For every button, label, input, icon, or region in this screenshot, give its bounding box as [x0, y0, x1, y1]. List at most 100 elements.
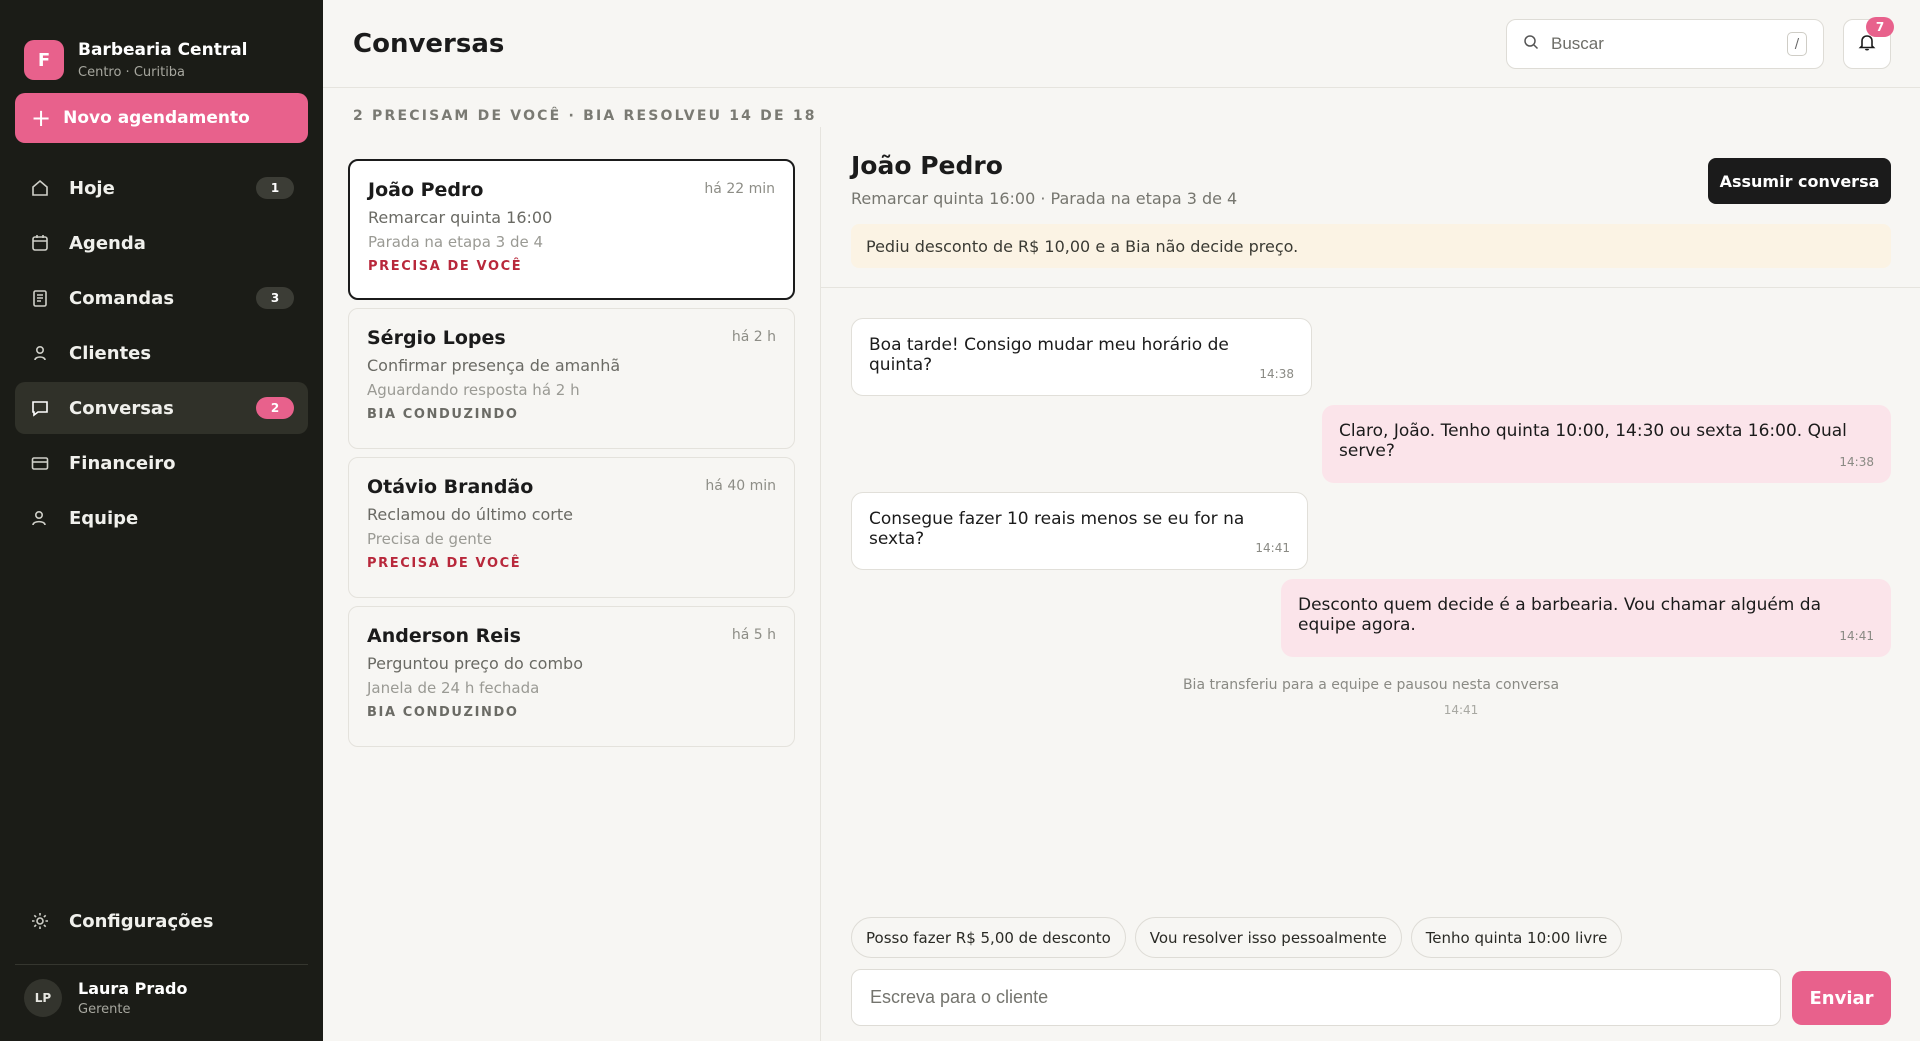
sidebar: F Barbearia Central Centro · Curitiba + … — [0, 0, 323, 1041]
sidebar-item-label: Conversas — [69, 397, 174, 419]
sidebar-item-label: Configurações — [69, 910, 214, 932]
conversation-time: há 2 h — [731, 329, 776, 345]
brand[interactable]: F Barbearia Central Centro · Curitiba — [0, 0, 323, 92]
sidebar-item-label: Comandas — [69, 287, 175, 309]
conversation-card-otavio-brandao[interactable]: Otávio Brandão há 40 min Reclamou do últ… — [348, 457, 795, 598]
conversation-card-joao-pedro[interactable]: João Pedro há 22 min Remarcar quinta 16:… — [348, 159, 795, 300]
count-badge: 2 — [256, 397, 294, 419]
system-note-time: 14:41 — [1443, 703, 1479, 717]
avatar: LP — [24, 979, 62, 1017]
new-appointment-button[interactable]: + Novo agendamento — [15, 93, 308, 143]
main-content: Conversas / 7 2 PRECISAM DE VOCÊ · BIA R… — [323, 0, 1920, 1041]
shortcut-hint: / — [1787, 32, 1807, 56]
message-time: 14:41 — [1255, 541, 1290, 555]
card-icon — [29, 452, 51, 474]
conversation-meta: Parada na etapa 3 de 4 — [368, 233, 544, 251]
sidebar-item-label: Financeiro — [69, 452, 176, 474]
sidebar-item-conversas[interactable]: Conversas 2 — [15, 382, 308, 434]
message-time: 14:38 — [1839, 455, 1874, 469]
sidebar-divider — [15, 964, 308, 965]
calendar-icon — [29, 232, 51, 254]
status-label: PRECISA DE VOCÊ — [367, 556, 522, 571]
user-profile[interactable]: LP Laura Prado Gerente — [24, 979, 188, 1017]
plus-icon: + — [31, 104, 52, 132]
quick-reply-chip[interactable]: Tenho quinta 10:00 livre — [1410, 917, 1623, 958]
status-label: BIA CONDUZINDO — [367, 407, 519, 422]
sidebar-item-label: Agenda — [69, 232, 146, 254]
new-appointment-label: Novo agendamento — [63, 108, 250, 128]
notifications-button[interactable]: 7 — [1843, 17, 1894, 69]
send-button[interactable]: Enviar — [1792, 971, 1891, 1025]
conversation-time: há 5 h — [731, 627, 776, 643]
chat-icon — [29, 397, 51, 419]
contact-name: Sérgio Lopes — [367, 327, 506, 349]
conversation-subject: Perguntou preço do combo — [367, 654, 583, 673]
conversation-time: há 22 min — [704, 181, 775, 197]
search-box[interactable]: / — [1506, 19, 1824, 69]
sidebar-item-equipe[interactable]: Equipe — [15, 492, 308, 544]
conversation-card-anderson-reis[interactable]: Anderson Reis há 5 h Perguntou preço do … — [348, 606, 795, 747]
message-text: Claro, João. Tenho quinta 10:00, 14:30 o… — [1339, 421, 1847, 461]
person-icon — [29, 342, 51, 364]
brand-location: Centro · Curitiba — [78, 65, 186, 80]
receipt-icon — [29, 287, 51, 309]
message-text: Boa tarde! Consigo mudar meu horário de … — [869, 335, 1229, 375]
search-input[interactable] — [1551, 34, 1787, 54]
quick-reply-chip[interactable]: Vou resolver isso pessoalmente — [1134, 917, 1402, 958]
user-role: Gerente — [78, 1002, 131, 1017]
conversation-time: há 40 min — [705, 478, 776, 494]
system-note: Bia transferiu para a equipe e pausou ne… — [851, 677, 1891, 717]
team-icon — [29, 507, 51, 529]
top-bar: Conversas / 7 — [323, 0, 1920, 88]
status-label: PRECISA DE VOCÊ — [368, 259, 523, 274]
brand-logo: F — [24, 40, 64, 80]
sidebar-item-label: Clientes — [69, 342, 152, 364]
conversation-meta: Precisa de gente — [367, 530, 492, 548]
message-outgoing: Claro, João. Tenho quinta 10:00, 14:30 o… — [1322, 405, 1891, 483]
conversation-meta: Janela de 24 h fechada — [367, 679, 540, 697]
sidebar-item-clientes[interactable]: Clientes — [15, 327, 308, 379]
alert-banner: Pediu desconto de R$ 10,00 e a Bia não d… — [851, 224, 1891, 268]
message-text: Consegue fazer 10 reais menos se eu for … — [869, 509, 1245, 549]
message-incoming: Boa tarde! Consigo mudar meu horário de … — [851, 318, 1312, 396]
sidebar-item-label: Equipe — [69, 507, 139, 529]
sidebar-item-label: Hoje — [69, 177, 115, 199]
summary-line: 2 PRECISAM DE VOCÊ · BIA RESOLVEU 14 DE … — [353, 108, 817, 124]
conversation-subject: Confirmar presença de amanhã — [367, 356, 621, 375]
message-text: Desconto quem decide é a barbearia. Vou … — [1298, 595, 1821, 635]
gear-icon — [29, 910, 51, 932]
sidebar-item-agenda[interactable]: Agenda — [15, 217, 308, 269]
notification-badge: 7 — [1866, 17, 1894, 37]
message-time: 14:41 — [1839, 629, 1874, 643]
chat-contact-name: João Pedro — [851, 151, 1003, 180]
conversation-subject: Reclamou do último corte — [367, 505, 573, 524]
sidebar-item-financeiro[interactable]: Financeiro — [15, 437, 308, 489]
count-badge: 3 — [256, 287, 294, 309]
sidebar-item-hoje[interactable]: Hoje 1 — [15, 162, 308, 214]
message-outgoing: Desconto quem decide é a barbearia. Vou … — [1281, 579, 1891, 657]
message-time: 14:38 — [1259, 367, 1294, 381]
quick-reply-chip[interactable]: Posso fazer R$ 5,00 de desconto — [851, 917, 1126, 958]
conversation-list: João Pedro há 22 min Remarcar quinta 16:… — [348, 159, 795, 755]
conversation-subject: Remarcar quinta 16:00 — [368, 208, 553, 227]
assume-conversation-button[interactable]: Assumir conversa — [1708, 158, 1891, 204]
main-nav: Hoje 1 Agenda Comandas 3 Clientes Conver… — [0, 162, 323, 547]
user-name: Laura Prado — [78, 979, 188, 998]
column-divider — [820, 127, 821, 1041]
conversation-meta: Aguardando resposta há 2 h — [367, 381, 580, 399]
chat-divider — [821, 287, 1920, 288]
chat-subtitle: Remarcar quinta 16:00 · Parada na etapa … — [851, 189, 1238, 208]
contact-name: Anderson Reis — [367, 625, 521, 647]
message-input[interactable] — [870, 987, 1762, 1008]
sidebar-item-comandas[interactable]: Comandas 3 — [15, 272, 308, 324]
system-note-text: Bia transferiu para a equipe e pausou ne… — [1182, 677, 1560, 693]
page-title: Conversas — [353, 28, 505, 59]
quick-replies: Posso fazer R$ 5,00 de desconto Vou reso… — [851, 917, 1623, 958]
home-icon — [29, 177, 51, 199]
conversation-card-sergio-lopes[interactable]: Sérgio Lopes há 2 h Confirmar presença d… — [348, 308, 795, 449]
status-label: BIA CONDUZINDO — [367, 705, 519, 720]
sidebar-item-configuracoes[interactable]: Configurações — [15, 895, 308, 947]
brand-name: Barbearia Central — [78, 40, 248, 60]
message-composer[interactable] — [851, 969, 1781, 1026]
message-incoming: Consegue fazer 10 reais menos se eu for … — [851, 492, 1308, 570]
